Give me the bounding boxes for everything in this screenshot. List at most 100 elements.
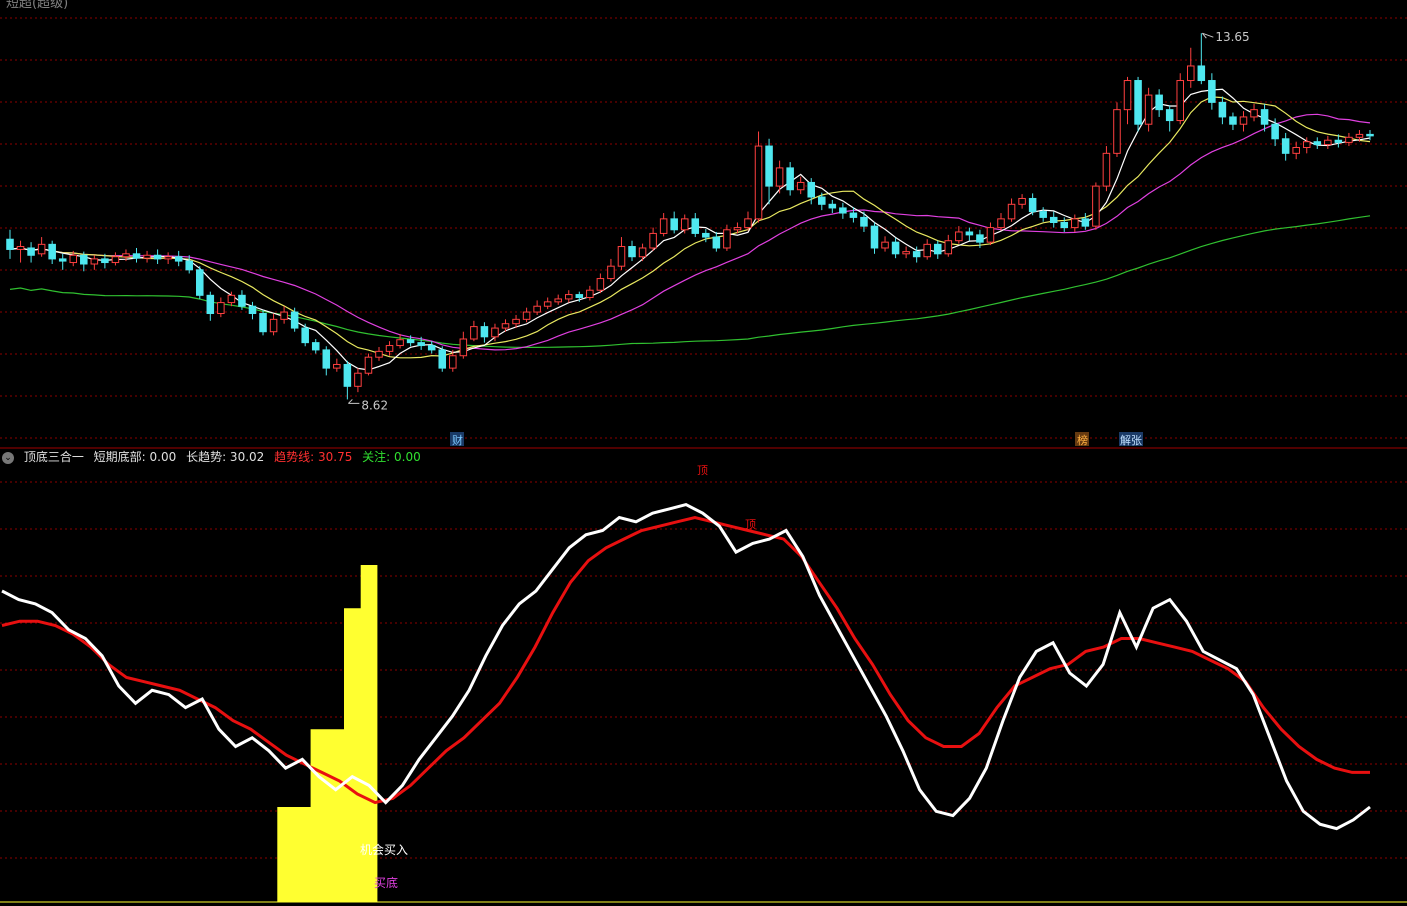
- candle-body: [1039, 211, 1047, 218]
- candle-body: [744, 218, 752, 229]
- short-bottom-value: 短期底部: 0.00: [93, 450, 177, 464]
- candle-body: [1334, 139, 1343, 143]
- candle-body: [986, 227, 995, 243]
- indicator-name[interactable]: 顶底三合一: [24, 450, 84, 464]
- candle-body: [1313, 141, 1322, 146]
- candle-body: [754, 145, 763, 220]
- candle-body: [6, 238, 14, 250]
- candle: [1134, 76, 1142, 132]
- candle-body: [554, 298, 562, 303]
- candle-body: [765, 145, 773, 187]
- candle-body: [248, 305, 257, 315]
- long-trend-value: 长趋势: 30.02: [186, 450, 265, 464]
- candle-body: [1271, 123, 1279, 140]
- candle-body: [491, 327, 499, 338]
- candle-body: [997, 218, 1005, 229]
- candle-body: [206, 294, 215, 315]
- candle-body: [1176, 80, 1185, 122]
- trend-line-value: 趋势线: 30.75: [274, 450, 353, 464]
- candle-body: [723, 229, 731, 249]
- candle-body: [459, 338, 468, 357]
- candle-body: [1165, 109, 1174, 122]
- candle-body: [449, 355, 457, 369]
- candle-body: [543, 301, 552, 307]
- candle-body: [227, 294, 236, 304]
- tag-cai[interactable]: 财: [452, 433, 463, 447]
- candle-body: [48, 243, 56, 260]
- candle-body: [807, 181, 816, 198]
- candle-body: [470, 326, 478, 340]
- candle: [438, 346, 447, 372]
- candle-body: [870, 225, 879, 249]
- chance-buy-label: 机会买入: [360, 843, 408, 857]
- candle: [195, 266, 204, 299]
- candle-body: [923, 243, 931, 258]
- candle-body: [1060, 222, 1069, 229]
- candle-body: [902, 251, 910, 255]
- candle-body: [955, 231, 963, 242]
- candle-body: [1250, 109, 1258, 118]
- candle-body: [406, 339, 415, 344]
- candle-body: [1102, 152, 1111, 187]
- candle-body: [1123, 80, 1132, 111]
- candle-body: [37, 243, 46, 255]
- candle-body: [912, 251, 921, 258]
- candle-body: [27, 247, 35, 256]
- indicator-title-bar: ⌄ 顶底三合一 短期底部: 0.00 长趋势: 30.02 趋势线: 30.75…: [0, 448, 1407, 466]
- candle-body: [195, 269, 204, 296]
- candle-body: [269, 318, 278, 333]
- collapse-chevron-icon[interactable]: ⌄: [2, 451, 14, 464]
- candle-body: [1302, 141, 1311, 149]
- candle-body: [1155, 94, 1163, 111]
- candle-body: [680, 218, 689, 231]
- candle-body: [1092, 185, 1100, 227]
- candle-body: [480, 326, 489, 338]
- candle: [259, 309, 267, 336]
- candle-body: [238, 294, 246, 307]
- candle-body: [217, 302, 225, 315]
- candle-body: [322, 349, 331, 369]
- candle-body: [1218, 101, 1227, 118]
- candle-body: [638, 247, 647, 258]
- candle-body: [818, 196, 826, 205]
- candle-body: [891, 241, 900, 255]
- candle-body: [1292, 147, 1300, 154]
- candle-body: [1134, 80, 1142, 125]
- candle-body: [280, 311, 288, 320]
- candle-body: [375, 350, 383, 358]
- candle-body: [364, 356, 373, 374]
- candle-body: [586, 289, 594, 298]
- candle-body: [385, 345, 394, 352]
- candle-body: [259, 313, 267, 333]
- candle-body: [16, 246, 25, 250]
- candle-body: [796, 181, 805, 191]
- candle-body: [1144, 94, 1153, 125]
- candle-body: [1324, 139, 1332, 146]
- tag-bang[interactable]: 榜: [1077, 433, 1088, 447]
- candle-body: [976, 234, 984, 243]
- candle-body: [143, 254, 151, 259]
- candle-body: [596, 278, 605, 291]
- candle-body: [649, 232, 657, 249]
- candle-body: [1208, 80, 1216, 103]
- candle-body: [564, 294, 573, 300]
- candle-body: [132, 253, 141, 259]
- candle-body: [607, 265, 615, 280]
- candle-body: [691, 218, 700, 234]
- candle-body: [417, 342, 425, 347]
- candle-body: [290, 311, 299, 329]
- tag-jiezhang[interactable]: 解张: [1120, 433, 1142, 447]
- candle-body: [1260, 109, 1269, 125]
- candle-body: [522, 311, 531, 320]
- candle-body: [69, 254, 78, 264]
- candle-body: [712, 236, 721, 249]
- candle-body: [512, 318, 520, 325]
- candle-body: [185, 260, 193, 271]
- candle: [364, 353, 373, 376]
- candle-body: [786, 167, 794, 191]
- candle-body: [1197, 65, 1206, 82]
- candle-body: [1366, 133, 1374, 137]
- candle-body: [944, 240, 953, 255]
- candle-body: [333, 363, 341, 369]
- candle-body: [628, 246, 636, 258]
